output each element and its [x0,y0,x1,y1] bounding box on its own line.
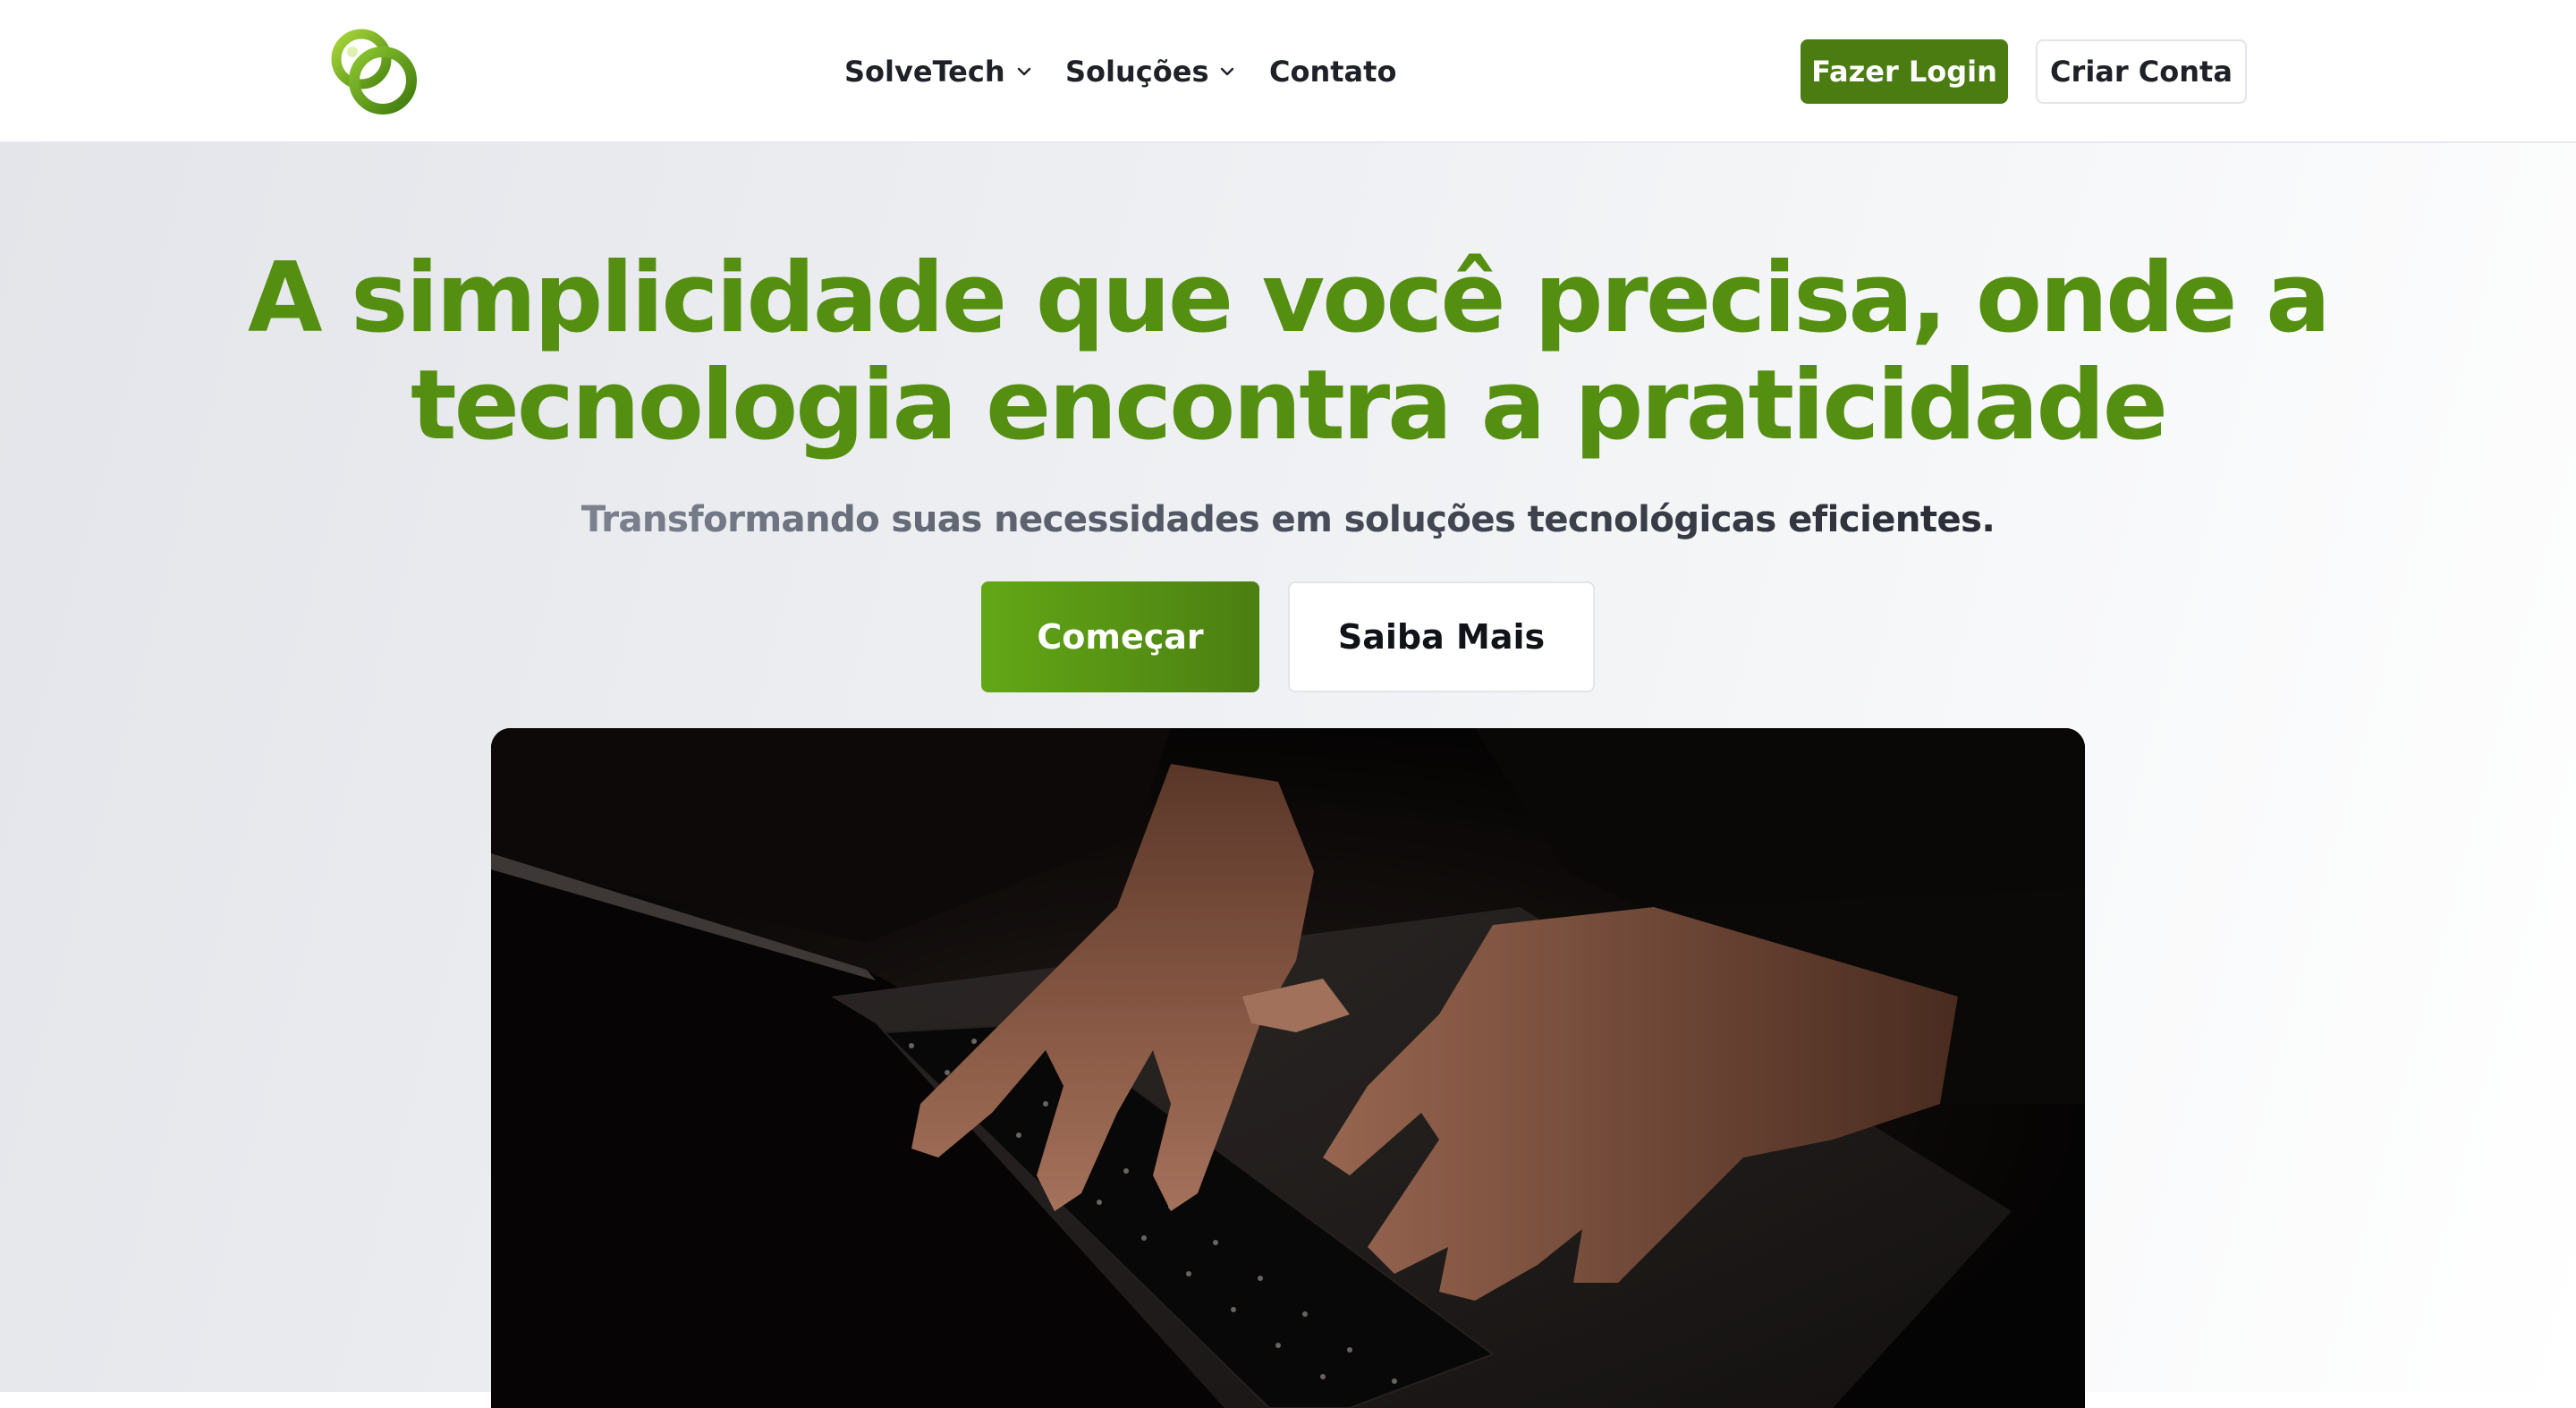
nav-item-solvetech[interactable]: SolveTech [844,0,1032,143]
hero-title-line-2: tecnologia encontra a praticidade [411,350,2168,462]
hero-subtitle-wrapper: Transformando suas necessidades em soluç… [0,499,2576,540]
solvetech-logo-icon[interactable] [327,25,422,120]
hero-title-line-1: A simplicidade que você precisa, onde a [247,242,2331,354]
site-header: SolveTech Soluções Contato Fazer Login C… [0,0,2576,143]
hero-section: A simplicidade que você precisa, onde a … [0,143,2576,1408]
learn-more-button[interactable]: Saiba Mais [1288,581,1595,692]
chevron-down-icon [1221,67,1234,76]
nav-item-solucoes[interactable]: Soluções [1065,0,1235,143]
create-account-button[interactable]: Criar Conta [2036,39,2247,104]
login-button[interactable]: Fazer Login [1801,39,2008,104]
nav-label-contato: Contato [1269,55,1397,89]
nav-item-contato[interactable]: Contato [1269,0,1396,143]
typing-hands-image [491,728,2085,1408]
start-button[interactable]: Começar [981,581,1259,692]
nav-label-solucoes: Soluções [1065,55,1209,89]
hero-subtitle: Transformando suas necessidades em soluç… [580,499,1996,540]
chevron-down-icon [1017,67,1030,76]
hero-title: A simplicidade que você precisa, onde a … [179,245,2397,460]
nav-label-solvetech: SolveTech [844,55,1005,89]
hero-video[interactable] [491,728,2085,1408]
